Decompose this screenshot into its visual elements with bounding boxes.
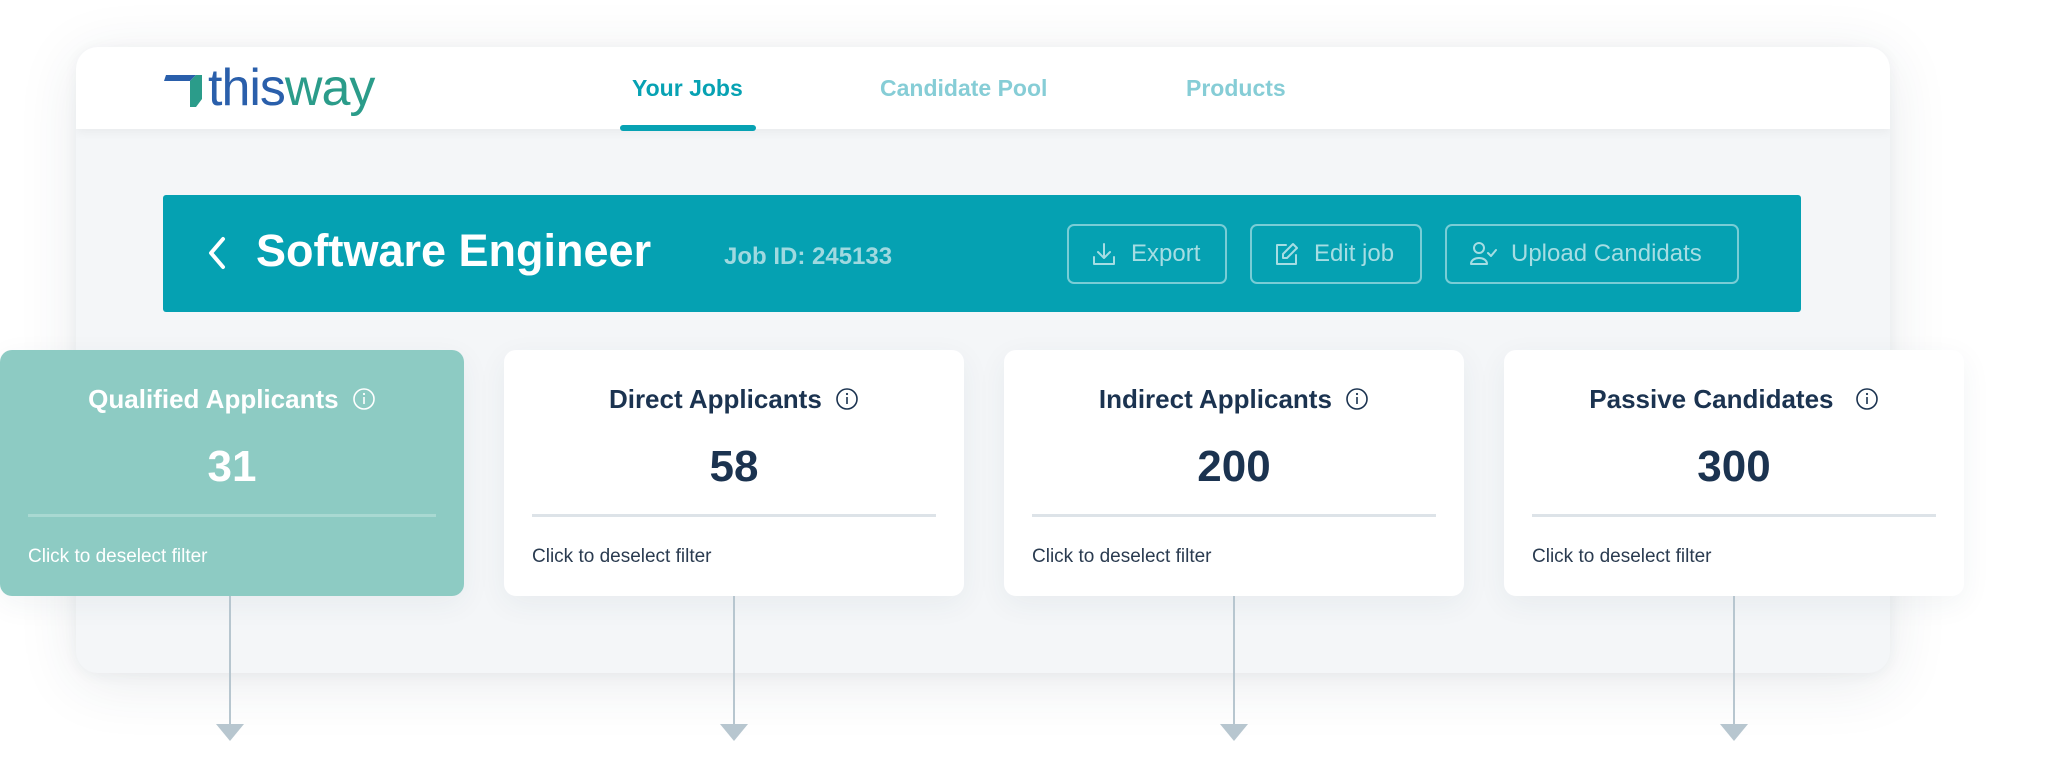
card-title-text: Passive Candidates	[1589, 384, 1834, 414]
card-value: 200	[1197, 442, 1271, 491]
logo-text-way: way	[284, 59, 375, 117]
top-navigation-bar: this way Your Jobs Candidate Pool Product…	[76, 47, 1890, 129]
export-label: Export	[1131, 240, 1201, 267]
thisway-logo[interactable]: this way	[164, 59, 375, 117]
info-icon[interactable]	[352, 387, 376, 411]
arrow-down-icon	[720, 596, 748, 741]
card-title: Passive Candidates	[1504, 384, 1964, 415]
card-passive-candidates[interactable]: Passive Candidates 300 Click to deselect…	[1504, 350, 1964, 596]
deselect-filter-link[interactable]: Click to deselect filter	[1532, 546, 1712, 568]
active-tab-indicator	[620, 125, 756, 131]
card-indirect-applicants[interactable]: Indirect Applicants 200 Click to deselec…	[1004, 350, 1464, 596]
edit-icon	[1276, 243, 1298, 265]
export-button[interactable]: Export	[1067, 224, 1227, 284]
deselect-filter-link[interactable]: Click to deselect filter	[1032, 546, 1212, 568]
card-value: 300	[1697, 442, 1771, 491]
chevron-left-icon	[209, 237, 225, 269]
job-id: Job ID: 245133	[724, 243, 893, 270]
card-title: Indirect Applicants	[1004, 384, 1464, 415]
card-title: Qualified Applicants	[0, 384, 464, 415]
card-qualified-applicants[interactable]: Qualified Applicants 31 Click to deselec…	[0, 350, 464, 596]
card-title-text: Direct Applicants	[608, 384, 822, 414]
arrow-down-icon	[216, 596, 244, 741]
logo-text-this: this	[208, 59, 286, 117]
deselect-filter-link[interactable]: Click to deselect filter	[28, 546, 208, 568]
card-divider	[1532, 514, 1936, 517]
arrow-down-icon	[1220, 596, 1248, 741]
edit-job-button[interactable]: Edit job	[1250, 224, 1422, 284]
deselect-filter-link[interactable]: Click to deselect filter	[532, 546, 712, 568]
job-header-banner: Software Engineer Job ID: 245133 Export …	[163, 195, 1801, 312]
info-icon[interactable]	[1855, 387, 1879, 411]
upload-candidates-button[interactable]: Upload Candidats	[1445, 224, 1739, 284]
info-icon[interactable]	[835, 387, 859, 411]
card-value: 58	[709, 442, 759, 491]
card-divider	[1032, 514, 1436, 517]
tab-your-jobs[interactable]: Your Jobs	[632, 75, 743, 102]
card-value: 31	[207, 442, 257, 491]
arrow-down-icon	[1720, 596, 1748, 741]
card-title: Direct Applicants	[504, 384, 964, 415]
card-direct-applicants[interactable]: Direct Applicants 58 Click to deselect f…	[504, 350, 964, 596]
download-icon	[1093, 243, 1115, 265]
upload-candidates-label: Upload Candidats	[1511, 240, 1702, 267]
card-title-text: Qualified Applicants	[88, 384, 339, 414]
edit-job-label: Edit job	[1314, 240, 1395, 267]
tab-candidate-pool[interactable]: Candidate Pool	[880, 75, 1047, 102]
tab-products[interactable]: Products	[1186, 75, 1286, 102]
card-divider	[28, 514, 436, 517]
job-title: Software Engineer	[256, 225, 652, 276]
card-divider	[532, 514, 936, 517]
logo-mark-icon	[164, 75, 202, 107]
info-icon[interactable]	[1345, 387, 1369, 411]
back-button[interactable]	[203, 233, 233, 273]
card-title-text: Indirect Applicants	[1098, 384, 1332, 414]
user-check-icon	[1470, 242, 1497, 265]
